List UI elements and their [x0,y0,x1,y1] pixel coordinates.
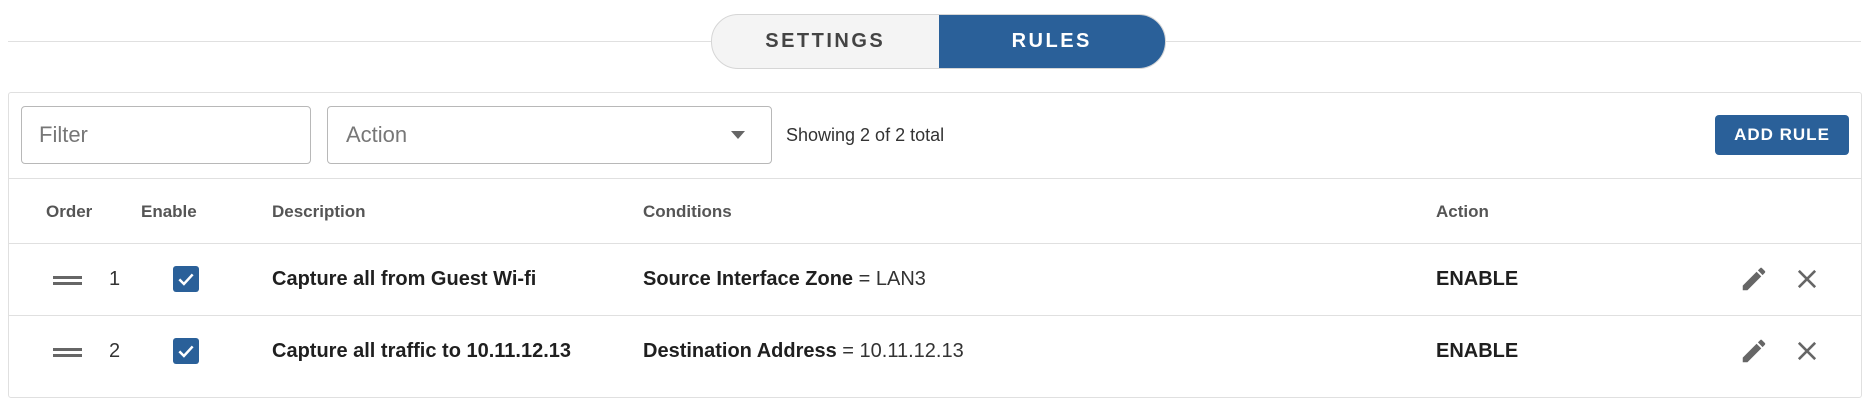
add-rule-button[interactable]: ADD RULE [1715,115,1849,155]
check-icon [178,273,194,286]
header-description: Description [272,202,366,221]
row-action: ENABLE [1436,340,1519,362]
condition-operator: = [836,340,860,362]
tab-settings[interactable]: SETTINGS [712,15,939,68]
table-row: 1 Capture all from Guest Wi-fi Source In… [9,244,1861,316]
pencil-icon[interactable] [1739,264,1769,294]
action-select-placeholder: Action [346,122,408,147]
pencil-icon[interactable] [1739,336,1769,366]
condition-operator: = [853,268,876,290]
table-header: Order Enable Description Conditions Acti… [9,179,1861,244]
header-conditions: Conditions [643,202,732,221]
rules-toolbar: Action Showing 2 of 2 total ADD RULE [9,93,1861,179]
row-order: 1 [109,268,121,290]
condition-field: Source Interface Zone [643,268,854,290]
row-condition: Source Interface Zone = LAN3 [643,268,926,291]
header-action: Action [1436,202,1489,221]
header-enable: Enable [141,202,197,221]
rules-panel: Action Showing 2 of 2 total ADD RULE Ord… [8,92,1862,398]
results-count: Showing 2 of 2 total [786,125,945,145]
row-condition: Destination Address = 10.11.12.13 [643,340,964,363]
chevron-down-icon [731,131,745,139]
check-icon [178,345,194,358]
tab-rules[interactable]: RULES [938,15,1165,68]
enable-checkbox[interactable] [173,266,199,292]
condition-value: LAN3 [875,268,926,290]
close-icon[interactable] [1793,337,1821,365]
filter-input[interactable] [21,106,311,164]
row-action: ENABLE [1436,268,1519,290]
row-description: Capture all from Guest Wi-fi [272,268,537,290]
close-icon[interactable] [1793,265,1821,293]
row-order: 2 [109,340,121,362]
action-select[interactable]: Action [327,106,772,164]
row-description: Capture all traffic to 10.11.12.13 [272,340,572,362]
drag-handle-icon[interactable] [53,348,82,357]
table-row: 2 Capture all traffic to 10.11.12.13 Des… [9,316,1861,387]
condition-value: 10.11.12.13 [859,340,964,362]
tab-bar: SETTINGS RULES [711,14,1166,69]
drag-handle-icon[interactable] [53,276,82,285]
enable-checkbox[interactable] [173,338,199,364]
header-order: Order [46,202,93,221]
condition-field: Destination Address [643,340,837,362]
